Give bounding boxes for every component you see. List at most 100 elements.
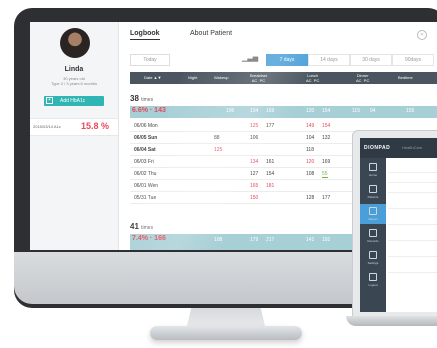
row-cell: 150 (250, 195, 259, 201)
laptop-field[interactable] (388, 218, 437, 225)
row-cell: 108 (306, 171, 315, 177)
group2-avg-cell: 108 (214, 237, 223, 243)
row-cell: 177 (322, 195, 331, 201)
nav-item-label: Report (368, 217, 378, 221)
row-cell: 88 (214, 135, 220, 141)
group1-count-value: 38 (130, 94, 139, 103)
col-breakfast-ac: AC (251, 78, 258, 83)
logout-icon (369, 273, 377, 281)
row-day: 06/01 Wen (134, 183, 159, 189)
col-lunch: Lunch AC PC (306, 73, 319, 83)
col-lunch-ac: AC (306, 78, 312, 83)
row-cell: 181 (266, 183, 275, 189)
hba1c-record[interactable]: 2015/03/14 A1c 15.8 % (30, 118, 118, 136)
group1-avg-cell: 120 (306, 108, 315, 114)
row-cell: 177 (266, 123, 275, 129)
patient-name: Linda (64, 66, 84, 73)
group2-avg-cell: 179 (250, 237, 259, 243)
group2-count-unit: times (141, 225, 154, 231)
row-cell: 106 (250, 135, 259, 141)
row-cell: 161 (266, 159, 275, 165)
nav-item-records[interactable]: Records (360, 226, 386, 246)
group2-avg-cell: 192 (322, 237, 331, 243)
col-dinner: Dinner AC PC (356, 73, 369, 83)
row-day: 06/03 Fri (134, 159, 154, 165)
close-icon[interactable]: ✕ (417, 30, 427, 40)
row-cell: 55 (322, 171, 328, 178)
report-icon (369, 207, 377, 215)
nav-item-home[interactable]: Home (360, 160, 386, 180)
patients-icon (369, 185, 377, 193)
range-7-days[interactable]: 7 days (266, 54, 308, 66)
laptop-field[interactable] (388, 234, 437, 241)
group1-count-unit: times (141, 97, 154, 103)
add-hba1c-label: Add HbA1c (60, 98, 86, 104)
row-cell: 125 (250, 123, 259, 129)
patient-sidebar: Linda 30 years old Type 2 / 3 years 6 mo… (30, 22, 119, 250)
row-cell: 169 (322, 159, 331, 165)
group1-avg-cell: 169 (266, 108, 275, 114)
group1-avg-cell: 94 (370, 108, 376, 114)
patient-type: Type 2 / 3 years 6 months (50, 81, 98, 86)
today-button[interactable]: Today (130, 54, 170, 66)
row-cell: 132 (322, 135, 331, 141)
laptop-field[interactable] (388, 266, 437, 273)
laptop-field[interactable] (388, 250, 437, 257)
hba1c-date: 2015/03/14 A1c (33, 124, 61, 129)
monitor-stand-base (150, 326, 302, 340)
row-cell: 104 (306, 135, 315, 141)
col-wakeup: Wakeup (214, 75, 229, 80)
add-hba1c-button[interactable]: + Add HbA1c (44, 96, 104, 106)
col-night: Night (188, 75, 198, 80)
avatar (60, 28, 90, 58)
group1-average: 6.6% · 143 (132, 107, 166, 114)
group2-count: 41 times (130, 222, 153, 231)
laptop-field[interactable] (388, 202, 437, 209)
laptop-screen: DIONPAD HealthCare Home Patients Report … (360, 138, 437, 312)
row-cell: 134 (250, 159, 259, 165)
table-header: Date ▲▼ Night Wakeup Breakfast AC PC Lun… (130, 72, 437, 84)
group1-avg-cell: 115 (352, 108, 360, 114)
laptop-field[interactable] (388, 176, 437, 183)
row-cell: 154 (322, 123, 331, 129)
row-cell: 149 (306, 123, 315, 129)
group2-avg-cell: 217 (266, 237, 275, 243)
group1-avg-cell: 154 (322, 108, 331, 114)
range-90-days[interactable]: 90days (392, 54, 434, 66)
nav-item-settings[interactable]: Settings (360, 248, 386, 268)
laptop-content (388, 162, 437, 312)
nav-item-logout[interactable]: Logout (360, 270, 386, 290)
nav-item-label: Settings (367, 261, 379, 265)
col-dinner-pc: PC (363, 78, 370, 83)
tab-about-patient[interactable]: About Patient (190, 30, 232, 37)
home-icon (369, 163, 377, 171)
laptop-field[interactable] (388, 186, 437, 193)
laptop: DIONPAD HealthCare Home Patients Report … (346, 130, 437, 330)
row-day: 06/04 Sat (134, 147, 156, 153)
col-date[interactable]: Date ▲▼ (144, 72, 161, 84)
laptop-field[interactable] (388, 166, 437, 173)
nav-item-patients[interactable]: Patients (360, 182, 386, 202)
range-14-days[interactable]: 14 days (308, 54, 350, 66)
bar-chart-icon[interactable]: ▁▃▅ (242, 54, 258, 64)
row-cell: 120 (306, 159, 315, 165)
hba1c-value: 15.8 % (81, 121, 110, 131)
nav-item-label: Logout (368, 283, 378, 287)
group2-avg-cell: 141 (306, 237, 315, 243)
nav-item-label: Patients (367, 195, 379, 199)
group1-avg-cell: 134 (250, 108, 259, 114)
nav-item-report[interactable]: Report (360, 204, 386, 224)
group2-average: 7.4% · 166 (132, 235, 166, 242)
group1-avg-cell: 106 (226, 108, 235, 114)
tab-logbook[interactable]: Logbook (130, 30, 160, 40)
nav-item-label: Home (368, 173, 377, 177)
row-day: 06/05 Sun (134, 135, 158, 141)
brand-subtitle: HealthCare (402, 145, 423, 150)
group1-average-row: 6.6% · 143 106 134 169 120 154 115 94 15… (130, 106, 437, 118)
group1-avg-cell: 155 (406, 108, 415, 114)
range-30-days[interactable]: 30 days (350, 54, 392, 66)
col-lunch-pc: PC (313, 78, 320, 83)
row-cell: 118 (306, 147, 314, 153)
row-cell: 127 (250, 171, 259, 177)
records-icon (369, 229, 377, 237)
